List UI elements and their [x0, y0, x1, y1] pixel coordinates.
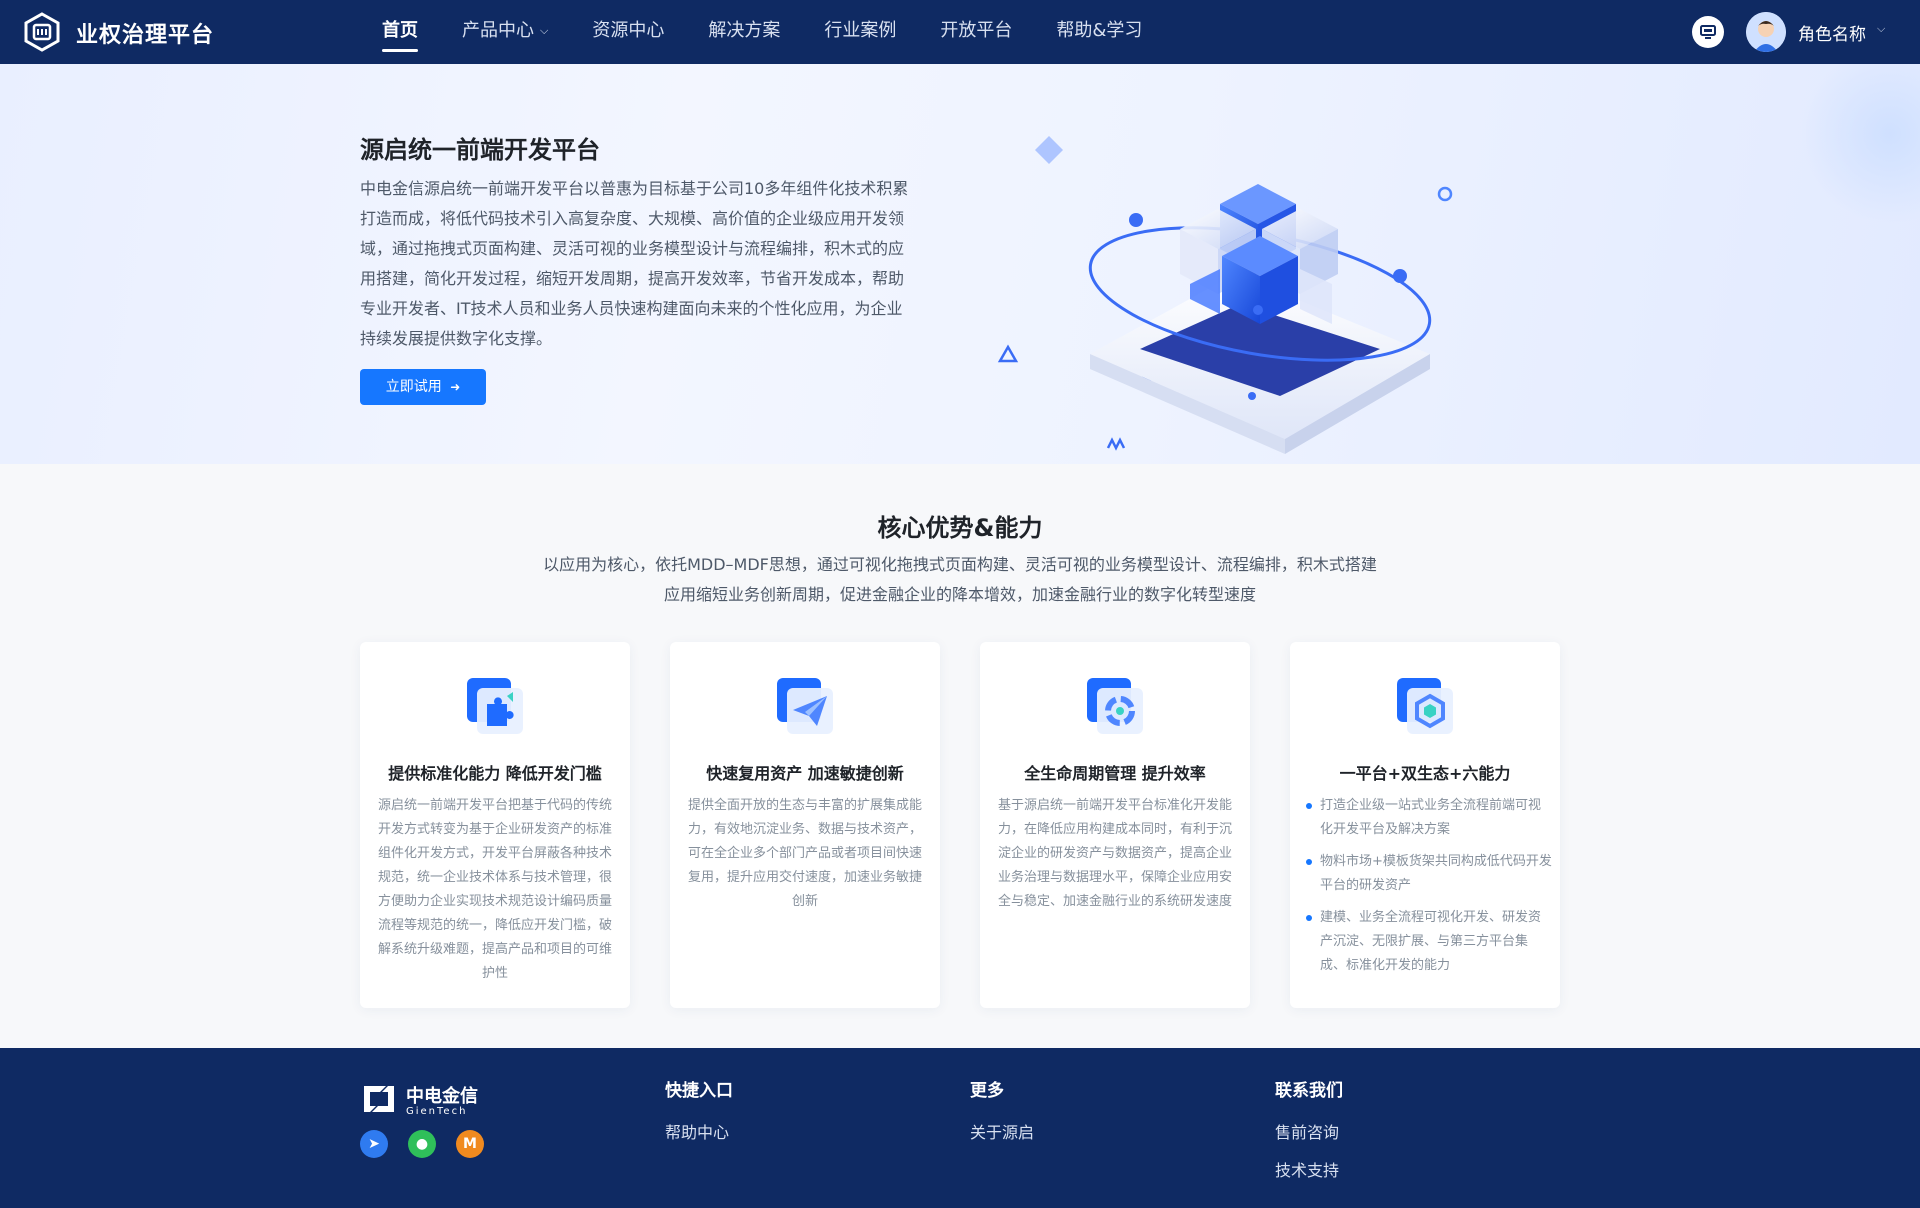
hero-banner: 源启统一前端开发平台 中电金信源启统一前端开发平台以普惠为目标基于公司10多年组…: [0, 64, 1920, 464]
footer-logo-text: 中电金信: [406, 1086, 478, 1107]
send-icon[interactable]: ➤: [360, 1130, 388, 1158]
list-item: 建模、业务全流程可视化开发、研发资产沉淀、无限扩展、与第三方平台集成、标准化开发…: [1306, 906, 1552, 978]
hero-description: 中电金信源启统一前端开发平台以普惠为目标基于公司10多年组件化技术积累打造而成，…: [360, 179, 909, 348]
main-nav: 首页 产品中心 ⌵ 资源中心 解决方案 行业案例 开放平台 帮助&学习: [360, 0, 1164, 64]
wechat-icon[interactable]: ●: [408, 1130, 436, 1158]
advantage-card[interactable]: 一平台+双生态+六能力 打造企业级一站式业务全流程前端可视化开发平台及解决方案 …: [1290, 642, 1560, 1008]
footer-link-support[interactable]: 技术支持: [1275, 1157, 1343, 1181]
logo-icon[interactable]: [22, 12, 62, 52]
try-now-label: 立即试用: [385, 379, 442, 395]
screen-icon: [1700, 25, 1716, 39]
top-navigation-bar: 业权治理平台 首页 产品中心 ⌵ 资源中心 解决方案 行业案例 开放平台 帮助&学…: [0, 0, 1920, 64]
list-item: 打造企业级一站式业务全流程前端可视化开发平台及解决方案: [1306, 794, 1552, 842]
m-icon[interactable]: M: [456, 1130, 484, 1158]
footer: 中电金信 GienTech ➤ ● M 快捷入口 帮助中心 更多 关于源启 联系…: [0, 1048, 1920, 1208]
nav-item-resources[interactable]: 资源中心: [570, 0, 686, 64]
nav-item-home[interactable]: 首页: [360, 0, 440, 64]
card-title: 一平台+双生态+六能力: [1339, 764, 1511, 783]
section-description: 以应用为核心，依托MDD–MDF思想，通过可视化拖拽式页面构建、灵活可视的业务模…: [543, 555, 1377, 604]
footer-link-presales[interactable]: 售前咨询: [1275, 1119, 1343, 1143]
nav-label: 帮助&学习: [1056, 20, 1143, 41]
nav-label: 行业案例: [824, 20, 897, 41]
screen-button[interactable]: [1692, 16, 1724, 48]
cube-illustration: [997, 136, 1453, 454]
section-title: 核心优势&能力: [877, 514, 1043, 542]
footer-logo[interactable]: 中电金信 GienTech: [360, 1080, 490, 1120]
card-title: 快速复用资产 加速敏捷创新: [706, 764, 904, 783]
hexagon-platform-icon: [1397, 678, 1453, 734]
nav-item-open-platform[interactable]: 开放平台: [918, 0, 1034, 64]
card-text: 源启统一前端开发平台把基于代码的传统开发方式转变为基于企业研发资产的标准组件化开…: [377, 798, 612, 981]
arrow-circle-icon: ➜: [450, 380, 461, 394]
nav-item-cases[interactable]: 行业案例: [802, 0, 918, 64]
footer-link-about[interactable]: 关于源启: [970, 1119, 1034, 1143]
hero-title: 源启统一前端开发平台: [360, 136, 600, 164]
user-name[interactable]: 角色名称: [1798, 20, 1866, 45]
advantage-card[interactable]: 全生命周期管理 提升效率 基于源启统一前端开发平台标准化开发能力，在降低应用构建…: [980, 642, 1250, 1008]
card-text: 提供全面开放的生态与丰富的扩展集成能力，有效地沉淀业务、数据与技术资产，可在全企…: [687, 798, 922, 909]
puzzle-icon: [467, 678, 523, 734]
paper-plane-icon: [777, 678, 833, 734]
chevron-down-icon: ⌵: [540, 24, 549, 37]
card-title: 提供标准化能力 降低开发门槛: [388, 764, 602, 783]
brand-title[interactable]: 业权治理平台: [76, 17, 214, 49]
card-title: 全生命周期管理 提升效率: [1024, 764, 1206, 783]
advantage-card[interactable]: 提供标准化能力 降低开发门槛 源启统一前端开发平台把基于代码的传统开发方式转变为…: [360, 642, 630, 1008]
nav-item-products[interactable]: 产品中心 ⌵: [440, 0, 570, 64]
footer-link-help-center[interactable]: 帮助中心: [665, 1119, 733, 1143]
footer-column-title: 更多: [970, 1081, 1004, 1101]
advantage-cards: 提供标准化能力 降低开发门槛 源启统一前端开发平台把基于代码的传统开发方式转变为…: [360, 642, 1560, 1008]
footer-column-contact: 联系我们 售前咨询 技术支持: [1275, 1076, 1343, 1195]
footer-column-more: 更多 关于源启: [970, 1076, 1034, 1157]
avatar[interactable]: [1746, 12, 1786, 52]
nav-label: 解决方案: [708, 20, 781, 41]
footer-logo-sub: GienTech: [406, 1106, 468, 1117]
card-list: 打造企业级一站式业务全流程前端可视化开发平台及解决方案 物料市场+模板货架共同构…: [1306, 794, 1552, 986]
advantage-card[interactable]: 快速复用资产 加速敏捷创新 提供全面开放的生态与丰富的扩展集成能力，有效地沉淀业…: [670, 642, 940, 1008]
try-now-button[interactable]: 立即试用 ➜: [360, 369, 486, 405]
footer-column-quick-links: 快捷入口 帮助中心: [665, 1076, 733, 1157]
nav-label: 产品中心: [462, 20, 534, 41]
chevron-down-icon[interactable]: ⌵: [1877, 22, 1885, 36]
nav-label: 首页: [382, 20, 418, 41]
nav-item-solutions[interactable]: 解决方案: [686, 0, 802, 64]
footer-column-title: 快捷入口: [665, 1081, 733, 1101]
list-item: 物料市场+模板货架共同构成低代码开发平台的研发资产: [1306, 850, 1552, 898]
lifecycle-icon: [1087, 678, 1143, 734]
nav-label: 开放平台: [940, 20, 1013, 41]
gientech-logo-icon: [364, 1086, 394, 1112]
card-text: 基于源启统一前端开发平台标准化开发能力，在降低应用构建成本同时，有利于沉淀企业的…: [997, 798, 1232, 909]
nav-label: 资源中心: [592, 20, 665, 41]
decorative-circle: [1800, 64, 1920, 224]
footer-column-title: 联系我们: [1275, 1081, 1343, 1101]
nav-item-help[interactable]: 帮助&学习: [1034, 0, 1164, 64]
